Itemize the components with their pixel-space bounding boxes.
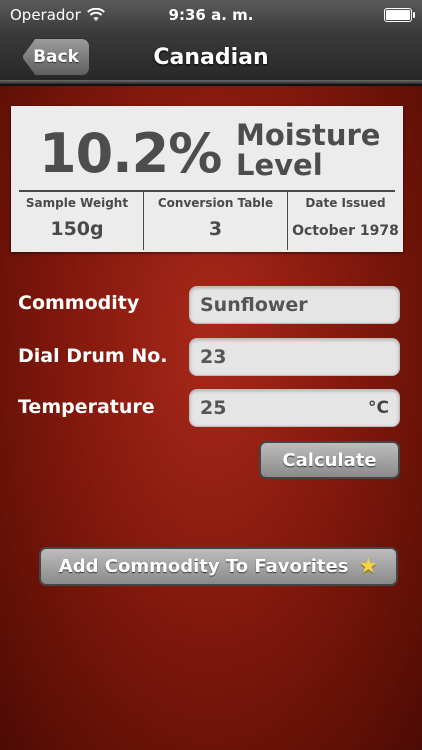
add-to-favorites-label: Add Commodity To Favorites (58, 556, 349, 577)
moisture-label: Moisture Level (236, 120, 380, 180)
temperature-label: Temperature (18, 396, 155, 418)
add-to-favorites-button[interactable]: Add Commodity To Favorites ★ (39, 547, 398, 586)
result-card: 10.2% Moisture Level Sample Weight 150g … (11, 106, 403, 252)
commodity-value: Sunflower (200, 294, 308, 316)
date-issued-stat: Date Issued October 1978 (288, 192, 403, 252)
commodity-field[interactable]: Sunflower (189, 286, 400, 324)
dial-drum-label: Dial Drum No. (18, 345, 168, 367)
status-bar: Operador 9:36 a. m. (0, 0, 422, 30)
dial-drum-input[interactable]: 23 (189, 338, 400, 376)
page-title: Canadian (153, 45, 269, 70)
moisture-label-line1: Moisture (236, 118, 381, 152)
temperature-input[interactable]: 25 °C (189, 389, 400, 427)
date-issued-value: October 1978 (292, 223, 399, 239)
commodity-label: Commodity (18, 292, 140, 314)
status-time: 9:36 a. m. (168, 6, 254, 24)
sample-weight-value: 150g (50, 218, 104, 240)
moisture-value: 10.2% (39, 122, 222, 185)
sample-weight-stat: Sample Weight 150g (11, 192, 143, 252)
calculate-button[interactable]: Calculate (259, 441, 400, 479)
sample-weight-label: Sample Weight (25, 196, 129, 210)
conversion-table-value: 3 (208, 218, 223, 240)
star-icon: ★ (358, 554, 379, 579)
temperature-unit: °C (368, 398, 389, 418)
conversion-table-label: Conversion Table (157, 196, 274, 210)
moisture-label-line2: Level (236, 148, 323, 182)
battery-icon (384, 8, 415, 22)
conversion-table-stat: Conversion Table 3 (144, 192, 287, 252)
nav-bottom-edge (0, 80, 422, 84)
dial-drum-value: 23 (200, 346, 227, 368)
temperature-value: 25 (200, 397, 227, 419)
date-issued-label: Date Issued (305, 196, 386, 210)
